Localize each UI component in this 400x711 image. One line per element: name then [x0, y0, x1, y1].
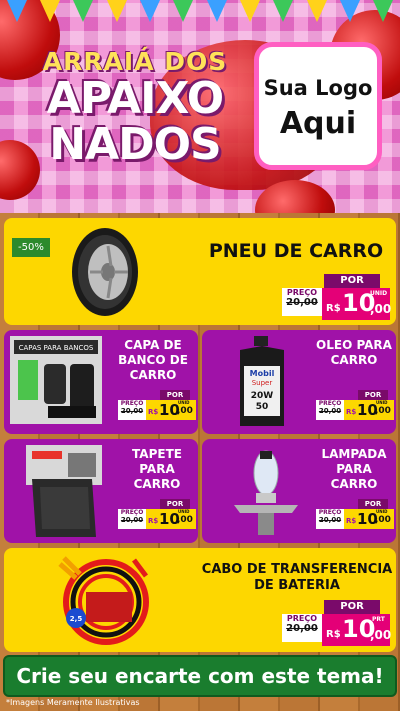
svg-text:2,5: 2,5 [70, 615, 83, 623]
svg-text:Mobil: Mobil [250, 369, 275, 378]
svg-text:20W: 20W [251, 391, 274, 401]
product-name: LAMPADA PARA CARRO [321, 447, 387, 491]
title-line-3: NADOS [49, 119, 222, 170]
por-label: POR [160, 499, 190, 509]
price-decimal: ,00 [177, 406, 193, 416]
price-box: R$ 10 ,00 UNID [146, 509, 196, 529]
price-box: R$ 10 ,00 UNID [146, 400, 196, 420]
currency: R$ [148, 517, 159, 525]
price-box: R$ 10 ,00 PRT [322, 614, 392, 646]
old-price-box: PREÇO 20,00 [118, 509, 146, 529]
product-name: OLEO PARA CARRO [316, 338, 392, 367]
unit-label: UNID [376, 400, 388, 405]
price-tag: POR R$ 10 ,00 UNID PREÇO 20,00 [316, 390, 394, 426]
price-decimal: ,00 [370, 628, 392, 642]
svg-text:50: 50 [256, 402, 269, 412]
svg-text:Super: Super [252, 379, 273, 387]
currency: R$ [326, 629, 341, 640]
old-price-box: PREÇO 20,00 [316, 400, 344, 420]
old-price: 20,00 [318, 407, 342, 415]
por-label: POR [160, 390, 190, 400]
price-box: R$ 10 ,00 UNID [344, 509, 394, 529]
price-tag: POR R$ 10 ,00 UNID PREÇO 20,00 [118, 499, 196, 535]
price-box: R$ 10 ,00 UNID [344, 400, 394, 420]
title-line-1: ARRAIÁ DOS [42, 47, 228, 76]
old-price-box: PREÇO 20,00 [282, 614, 322, 642]
logo-text-line-2: Aqui [279, 106, 357, 141]
product-card-oil[interactable]: Mobil Super 20W 50 OLEO PARA CARRO POR R… [202, 330, 396, 434]
oil-bottle-icon: Mobil Super 20W 50 [232, 336, 292, 428]
currency: R$ [346, 517, 357, 525]
price-decimal: ,00 [375, 515, 391, 525]
currency: R$ [148, 408, 159, 416]
currency: R$ [346, 408, 357, 416]
product-card-car-mat[interactable]: TAPETE PARA CARRO POR R$ 10 ,00 UNID PRE… [4, 439, 198, 543]
price-tag: POR R$ 10 ,00 UNID PREÇO 20,00 [316, 499, 394, 535]
logo-text-line-1: Sua Logo [263, 76, 373, 100]
svg-text:CAPAS PARA BANCOS: CAPAS PARA BANCOS [19, 344, 94, 352]
price-decimal: ,00 [177, 515, 193, 525]
price-box: R$ 10 ,00 UNID [322, 288, 392, 320]
unit-label: UNID [376, 509, 388, 514]
product-card-seat-cover[interactable]: CAPAS PARA BANCOS CAPA DE BANCO DE CARRO… [4, 330, 198, 434]
price-tag: POR R$ 10 ,00 UNID PREÇO 20,00 [276, 274, 392, 320]
por-label: POR [324, 274, 380, 288]
create-flyer-button[interactable]: Crie seu encarte com este tema! [3, 655, 397, 697]
por-label: POR [358, 499, 388, 509]
price-tag: POR R$ 10 ,00 PRT PREÇO 20,00 [276, 600, 392, 646]
car-mat-icon [26, 445, 106, 539]
price-decimal: ,00 [370, 302, 392, 316]
preco-label: PREÇO [318, 509, 342, 516]
unit-label: UNID [178, 400, 190, 405]
old-price-box: PREÇO 20,00 [316, 509, 344, 529]
tire-icon [70, 226, 140, 318]
product-name: TAPETE PARA CARRO [132, 447, 182, 491]
currency: R$ [326, 303, 341, 314]
product-name: CABO DE TRANSFERENCIA DE BATERIA [201, 562, 393, 593]
old-price: 20,00 [120, 516, 144, 524]
price-tag: POR R$ 10 ,00 UNID PREÇO 20,00 [118, 390, 196, 426]
header-banner: ARRAIÁ DOS APAIXO NADOS Sua Logo Aqui [0, 0, 400, 213]
seat-cover-icon: CAPAS PARA BANCOS [10, 336, 102, 424]
product-name: PNEU DE CARRO [208, 240, 384, 262]
old-price: 20,00 [286, 623, 318, 634]
product-card-tire[interactable]: -50% PNEU DE CARRO POR R$ 10 ,00 UNID PR… [4, 218, 396, 325]
preco-label: PREÇO [120, 509, 144, 516]
por-label: POR [324, 600, 380, 614]
bulb-icon [226, 447, 306, 537]
old-price: 20,00 [318, 516, 342, 524]
bunting-flags-icon [0, 0, 400, 28]
unit-label: UNID [178, 509, 190, 514]
preco-label: PREÇO [318, 400, 342, 407]
product-card-jumper-cable[interactable]: 2,5 CABO DE TRANSFERENCIA DE BATERIA POR… [4, 548, 396, 652]
old-price-box: PREÇO 20,00 [118, 400, 146, 420]
theme-title: ARRAIÁ DOS APAIXO NADOS [20, 48, 250, 168]
old-price: 20,00 [120, 407, 144, 415]
disclaimer: *Imagens Meramente Ilustrativas [6, 698, 140, 707]
preco-label: PREÇO [286, 288, 318, 297]
jumper-cable-icon: 2,5 [56, 554, 152, 648]
preco-label: PREÇO [286, 614, 318, 623]
preco-label: PREÇO [120, 400, 144, 407]
por-label: POR [358, 390, 388, 400]
unit-label: PRT [372, 616, 385, 623]
old-price: 20,00 [286, 297, 318, 308]
title-line-2: APAIXO [46, 73, 224, 124]
discount-badge: -50% [12, 238, 50, 257]
old-price-box: PREÇO 20,00 [282, 288, 322, 316]
logo-placeholder[interactable]: Sua Logo Aqui [254, 42, 382, 170]
product-name: CAPA DE BANCO DE CARRO [118, 338, 188, 382]
product-card-bulb[interactable]: LAMPADA PARA CARRO POR R$ 10 ,00 UNID PR… [202, 439, 396, 543]
price-decimal: ,00 [375, 406, 391, 416]
unit-label: UNID [370, 290, 388, 297]
